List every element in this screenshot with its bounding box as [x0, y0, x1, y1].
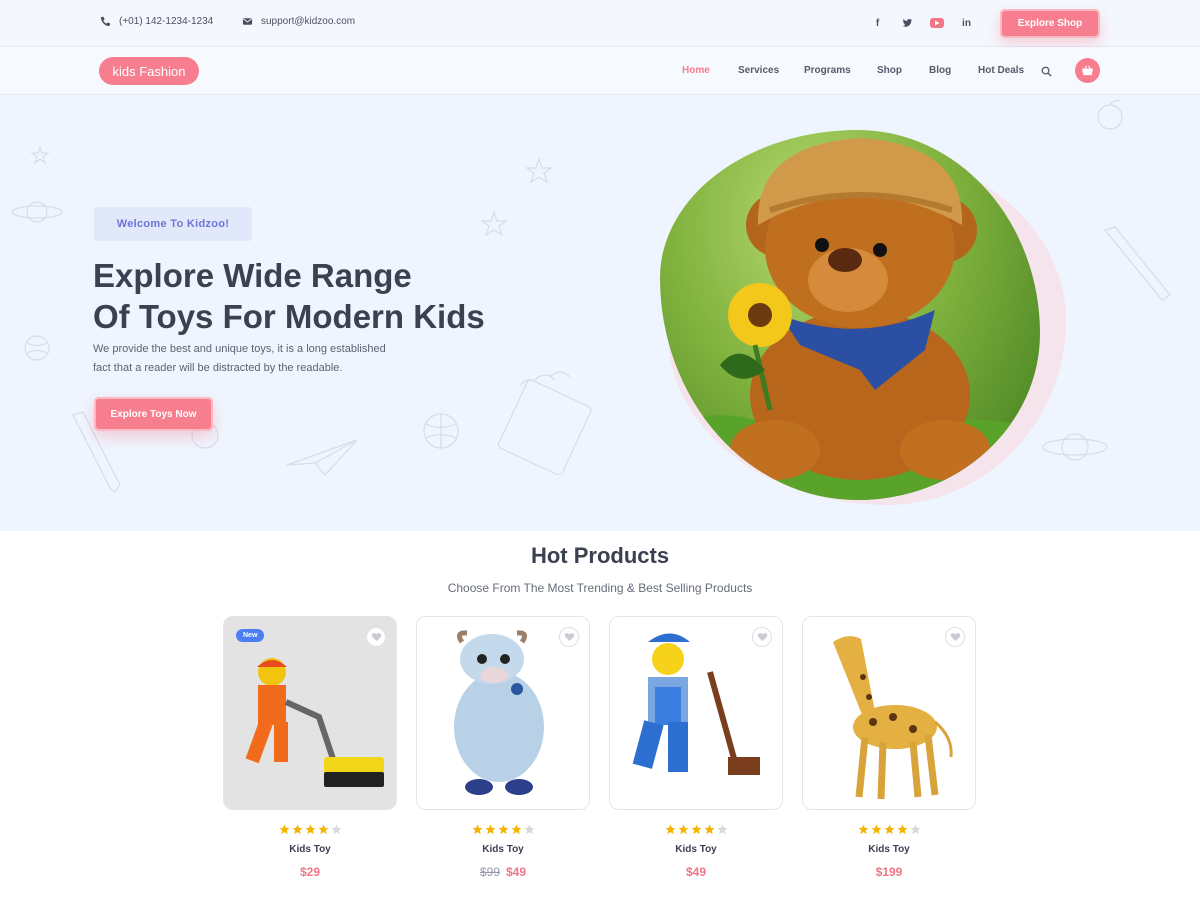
rating-stars: [802, 824, 976, 835]
planet-doodle-icon: [11, 201, 63, 223]
hero-headline-line-1: Explore Wide Range: [93, 257, 412, 294]
rating-stars: [609, 824, 783, 835]
hero-description-line-2: fact that a reader will be distracted by…: [93, 362, 343, 374]
star-doodle-icon: [480, 210, 508, 237]
hero-description: We provide the best and unique toys, it …: [93, 340, 423, 378]
facebook-icon[interactable]: f: [870, 16, 885, 30]
star-icon: [703, 824, 715, 835]
star-icon: [330, 824, 342, 835]
product-name[interactable]: Kids Toy: [802, 844, 976, 855]
heart-icon: [564, 633, 574, 642]
paper-plane-doodle-icon: [286, 439, 358, 476]
nav-item-programs[interactable]: Programs: [804, 65, 851, 76]
youtube-icon[interactable]: [930, 18, 944, 28]
star-icon: [677, 824, 689, 835]
rating-stars: [223, 824, 397, 835]
star-icon: [278, 824, 290, 835]
social-links: f in: [870, 16, 974, 30]
explore-toys-button[interactable]: Explore Toys Now: [94, 397, 213, 431]
hero-headline-line-2: Of Toys For Modern Kids: [93, 298, 485, 335]
product-card[interactable]: [609, 616, 783, 810]
product-price: $49: [609, 865, 783, 879]
product-card[interactable]: [416, 616, 590, 810]
phone-contact[interactable]: (+01) 142-1234-1234: [100, 16, 213, 27]
new-badge: New: [236, 629, 265, 642]
email-address: support@kidzoo.com: [261, 16, 356, 27]
cart-button[interactable]: [1075, 58, 1100, 83]
star-icon: [664, 824, 676, 835]
search-icon[interactable]: [1041, 66, 1052, 77]
wishlist-button[interactable]: [366, 627, 386, 647]
wishlist-button[interactable]: [559, 627, 579, 647]
star-icon: [291, 824, 303, 835]
star-icon: [716, 824, 728, 835]
star-icon: [317, 824, 329, 835]
product-price: $99 $49: [416, 865, 590, 879]
welcome-badge: Welcome To Kidzoo!: [94, 207, 252, 241]
email-contact[interactable]: support@kidzoo.com: [242, 16, 355, 27]
teddy-bear-image: [660, 130, 1040, 500]
star-icon: [883, 824, 895, 835]
heart-icon: [371, 633, 381, 642]
star-icon: [497, 824, 509, 835]
star-icon: [471, 824, 483, 835]
star-doodle-icon: [525, 157, 553, 184]
product-price: $199: [802, 865, 976, 879]
product-card[interactable]: [802, 616, 976, 810]
nav-item-hot-deals[interactable]: Hot Deals: [978, 65, 1024, 76]
hot-products-subtitle: Choose From The Most Trending & Best Sel…: [447, 581, 753, 595]
pencil-doodle-icon: [1103, 226, 1171, 301]
logo[interactable]: kids Fashion: [99, 57, 199, 85]
star-icon: [896, 824, 908, 835]
phone-number: (+01) 142-1234-1234: [119, 16, 214, 27]
hero-headline: Explore Wide Range Of Toys For Modern Ki…: [93, 255, 485, 337]
ball-doodle-icon: [423, 413, 459, 449]
product-name[interactable]: Kids Toy: [609, 844, 783, 855]
nav-item-services[interactable]: Services: [738, 65, 779, 76]
apple-doodle-icon: [1097, 99, 1123, 130]
notebook-doodle-icon: [497, 371, 592, 475]
product-name[interactable]: Kids Toy: [223, 844, 397, 855]
explore-shop-button[interactable]: Explore Shop: [1000, 9, 1100, 38]
phone-icon: [100, 16, 111, 27]
star-icon: [510, 824, 522, 835]
mail-icon: [242, 18, 253, 25]
nav-item-blog[interactable]: Blog: [929, 65, 951, 76]
ball-doodle-icon: [24, 335, 50, 361]
star-icon: [870, 824, 882, 835]
rating-stars: [416, 824, 590, 835]
star-icon: [304, 824, 316, 835]
top-bar: (+01) 142-1234-1234 support@kidzoo.com f…: [0, 0, 1200, 47]
nav-item-shop[interactable]: Shop: [877, 65, 902, 76]
basket-icon: [1082, 65, 1093, 76]
star-icon: [690, 824, 702, 835]
star-doodle-icon: [30, 145, 50, 165]
product-name[interactable]: Kids Toy: [416, 844, 590, 855]
product-price: $29: [223, 865, 397, 879]
price-current: $29: [299, 865, 321, 879]
wishlist-button[interactable]: [752, 627, 772, 647]
price-current: $199: [875, 865, 903, 879]
star-icon: [484, 824, 496, 835]
hero-section: Welcome To Kidzoo! Explore Wide Range Of…: [0, 95, 1200, 531]
price-current: $49: [685, 865, 707, 879]
price-old: $99: [479, 865, 500, 879]
main-nav: kids Fashion Home Services Programs Shop…: [0, 47, 1200, 95]
star-icon: [523, 824, 535, 835]
hot-products-title: Hot Products: [530, 543, 670, 568]
heart-icon: [950, 633, 960, 642]
nav-item-home[interactable]: Home: [682, 65, 710, 76]
planet-doodle-icon: [1042, 433, 1108, 461]
twitter-icon[interactable]: [900, 16, 915, 30]
wishlist-button[interactable]: [945, 627, 965, 647]
linkedin-icon[interactable]: in: [959, 16, 974, 30]
star-icon: [909, 824, 921, 835]
hero-description-line-1: We provide the best and unique toys, it …: [93, 343, 386, 355]
price-current: $49: [506, 865, 527, 879]
product-card[interactable]: New: [223, 616, 397, 810]
star-icon: [857, 824, 869, 835]
heart-icon: [757, 633, 767, 642]
